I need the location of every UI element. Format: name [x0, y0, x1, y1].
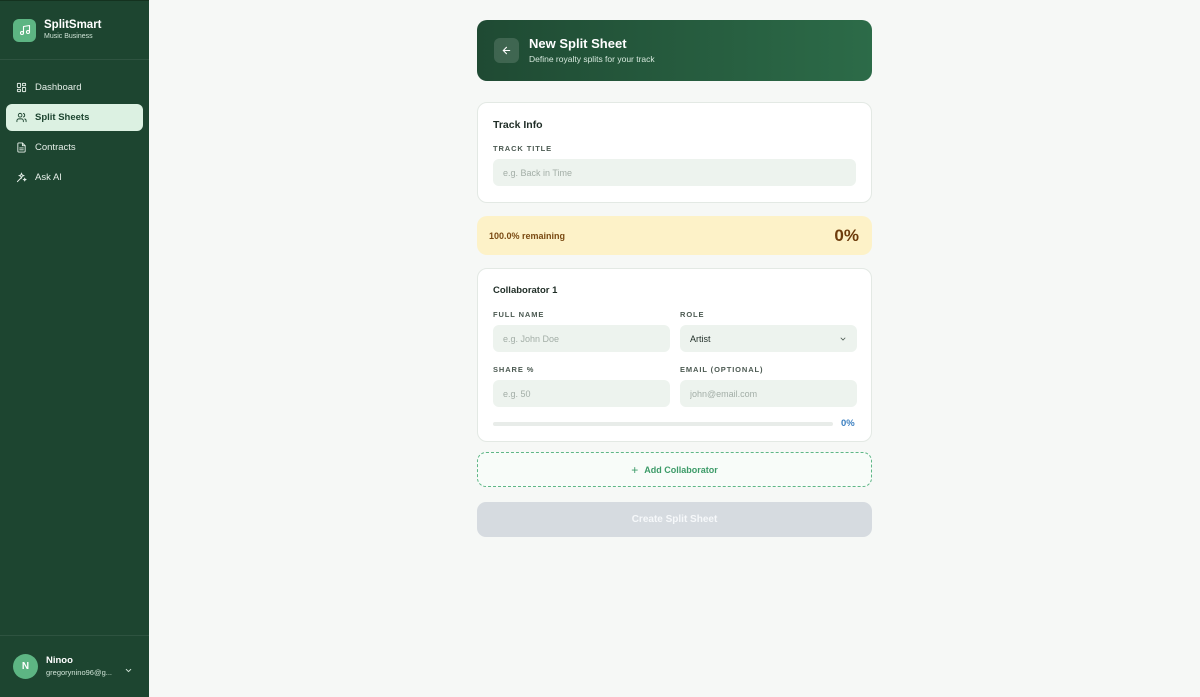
chevron-down-icon[interactable]	[124, 662, 133, 680]
full-name-label: FULL NAME	[493, 310, 545, 319]
avatar: N	[13, 654, 38, 679]
music-note-icon	[13, 18, 36, 42]
arrow-left-icon	[502, 46, 511, 55]
create-split-sheet-label: Create Split Sheet	[631, 514, 718, 525]
share-input[interactable]	[493, 380, 670, 407]
role-select[interactable]: Artist	[680, 325, 857, 352]
brand-subtitle: Music Business	[44, 32, 93, 40]
track-info-card: Track Info TRACK TITLE	[477, 102, 872, 203]
share-progress: 0%	[493, 418, 856, 429]
remaining-text: 100.0% remaining	[489, 230, 566, 241]
brand[interactable]: SplitSmart Music Business	[0, 1, 149, 60]
users-icon	[16, 112, 27, 123]
user-email: gregorynino96@g...	[46, 668, 112, 677]
chevron-down-icon	[840, 337, 846, 341]
sidebar-nav: Dashboard Split Sheets Contracts Ask AI	[0, 60, 149, 191]
role-label: ROLE	[680, 310, 705, 319]
sidebar-item-label: Ask AI	[35, 172, 62, 183]
create-split-sheet-button[interactable]: Create Split Sheet	[477, 502, 872, 537]
page-subtitle: Define royalty splits for your track	[529, 53, 655, 64]
track-title-label: TRACK TITLE	[493, 144, 553, 153]
sparkles-icon	[16, 172, 27, 183]
add-collaborator-label: Add Collaborator	[644, 464, 718, 475]
main-content: New Split Sheet Define royalty splits fo…	[149, 0, 1200, 697]
user-menu[interactable]: N Ninoo gregorynino96@g...	[0, 635, 149, 697]
sidebar-item-label: Split Sheets	[35, 112, 90, 123]
grid-icon	[16, 82, 27, 93]
page-title: New Split Sheet	[529, 35, 627, 51]
page-header: New Split Sheet Define royalty splits fo…	[477, 20, 872, 81]
email-input[interactable]	[680, 380, 857, 407]
sidebar-item-label: Contracts	[35, 142, 76, 153]
user-name: Ninoo	[46, 655, 73, 666]
track-title-input[interactable]	[493, 159, 856, 186]
sidebar-item-ask-ai[interactable]: Ask AI	[6, 164, 143, 191]
collaborator-card: Collaborator 1 FULL NAME ROLE Artist SHA…	[477, 268, 872, 442]
role-value: Artist	[690, 333, 711, 344]
card-title: Track Info	[493, 119, 543, 131]
brand-name: SplitSmart	[44, 18, 102, 31]
document-icon	[16, 142, 27, 153]
collaborator-title: Collaborator 1	[493, 285, 558, 296]
sidebar-item-label: Dashboard	[35, 82, 82, 93]
back-button[interactable]	[494, 38, 519, 63]
add-collaborator-button[interactable]: + Add Collaborator	[477, 452, 872, 487]
sidebar-item-dashboard[interactable]: Dashboard	[6, 74, 143, 101]
remaining-banner: 100.0% remaining 0%	[477, 216, 872, 255]
full-name-input[interactable]	[493, 325, 670, 352]
share-label: SHARE %	[493, 365, 535, 374]
share-progress-track	[493, 421, 833, 426]
allocated-percent: 0%	[834, 225, 859, 245]
share-progress-percent: 0%	[841, 418, 855, 429]
plus-icon: +	[631, 462, 639, 477]
email-label: EMAIL (OPTIONAL)	[680, 365, 764, 374]
sidebar-item-contracts[interactable]: Contracts	[6, 134, 143, 161]
sidebar-item-split-sheets[interactable]: Split Sheets	[6, 104, 143, 131]
sidebar: SplitSmart Music Business Dashboard Spli…	[0, 0, 149, 697]
